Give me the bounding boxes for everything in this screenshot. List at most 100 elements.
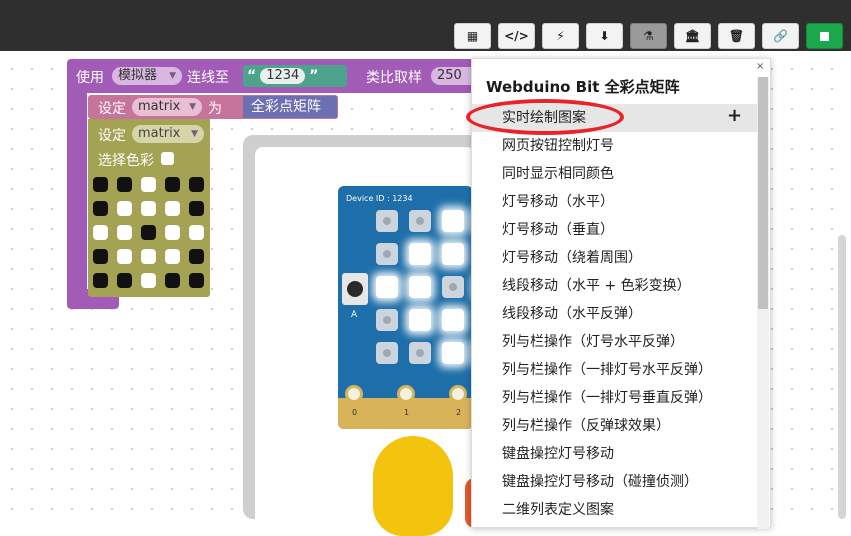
led-cell[interactable] bbox=[93, 201, 108, 216]
device-id-value[interactable]: 1234 bbox=[260, 68, 306, 84]
led-cell[interactable] bbox=[117, 273, 132, 288]
led-cell[interactable] bbox=[141, 201, 156, 216]
workspace-scrollbar[interactable] bbox=[838, 235, 846, 519]
device-id-label: Device ID : 1234 bbox=[346, 194, 413, 203]
led-cell[interactable] bbox=[165, 225, 180, 240]
led-cell[interactable] bbox=[93, 249, 108, 264]
flask-button[interactable]: ⚗ bbox=[630, 23, 667, 49]
led-cell[interactable] bbox=[141, 249, 156, 264]
trash-button[interactable]: 🗑 bbox=[718, 23, 755, 49]
matrix-function-block[interactable]: 全彩点矩阵 bbox=[243, 96, 337, 118]
led-cell[interactable] bbox=[165, 177, 180, 192]
menu-item[interactable]: 灯号移动（水平） bbox=[472, 188, 757, 216]
board-led bbox=[376, 309, 398, 331]
menu-item[interactable]: 线段移动（水平 + 色彩变换） bbox=[472, 272, 757, 300]
menu-item[interactable]: 网页按钮控制灯号 bbox=[472, 132, 757, 160]
board-led bbox=[442, 342, 464, 364]
menu-item[interactable]: 列与栏操作（反弹球效果） bbox=[472, 412, 757, 440]
menu-item[interactable]: 列与栏操作（一排灯号水平反弹） bbox=[472, 356, 757, 384]
board-led-dot bbox=[383, 217, 391, 225]
stop-square-icon bbox=[820, 31, 829, 41]
block-spine bbox=[67, 93, 87, 293]
menu-item[interactable]: 列与栏操作（一排灯号垂直反弹） bbox=[472, 384, 757, 412]
led-cell[interactable] bbox=[189, 201, 204, 216]
menu-item[interactable]: 灯号移动（绕着周围） bbox=[472, 244, 757, 272]
pin-1 bbox=[397, 385, 415, 403]
led-cell[interactable] bbox=[117, 177, 132, 192]
board-led bbox=[376, 342, 398, 364]
chevron-down-icon: ▼ bbox=[191, 129, 198, 139]
as-label: 为 bbox=[208, 101, 222, 117]
webduino-bit-board: Device ID : 1234 A 0 1 2 bbox=[338, 186, 497, 429]
var-name: matrix bbox=[138, 99, 181, 114]
menu-item[interactable]: 同时显示相同颜色 bbox=[472, 160, 757, 188]
board-led bbox=[409, 276, 431, 298]
led-cell[interactable] bbox=[93, 225, 108, 240]
plus-icon[interactable]: + bbox=[727, 105, 742, 126]
use-label: 使用 bbox=[76, 70, 104, 86]
led-cell[interactable] bbox=[189, 225, 204, 240]
qr-code-button[interactable]: ▦ bbox=[454, 23, 491, 49]
led-cell[interactable] bbox=[117, 225, 132, 240]
menu-title: Webduino Bit 全彩点矩阵 bbox=[486, 78, 680, 96]
var-dropdown-2[interactable]: matrix ▼ bbox=[132, 125, 204, 143]
set-color-block[interactable]: 设定 matrix ▼ 选择色彩 bbox=[88, 119, 210, 297]
led-cell[interactable] bbox=[165, 249, 180, 264]
link-button[interactable]: 🔗 bbox=[762, 23, 799, 49]
led-cell[interactable] bbox=[141, 273, 156, 288]
led-cell[interactable] bbox=[189, 249, 204, 264]
run-button[interactable] bbox=[806, 23, 843, 49]
board-led bbox=[376, 243, 398, 265]
flash-button[interactable]: ⚡ bbox=[542, 23, 579, 49]
board-led-dot bbox=[383, 250, 391, 258]
led-cell[interactable] bbox=[189, 273, 204, 288]
board-led bbox=[442, 243, 464, 265]
led-cell[interactable] bbox=[165, 273, 180, 288]
led-cell[interactable] bbox=[93, 177, 108, 192]
led-cell[interactable] bbox=[141, 225, 156, 240]
board-led bbox=[409, 309, 431, 331]
board-led bbox=[409, 243, 431, 265]
color-swatch[interactable] bbox=[161, 152, 174, 165]
button-a[interactable] bbox=[342, 273, 368, 305]
simulator-dropdown[interactable]: 模拟器 ▼ bbox=[112, 67, 182, 85]
code-button[interactable]: </> bbox=[498, 23, 535, 49]
var-dropdown[interactable]: matrix ▼ bbox=[132, 98, 202, 116]
pin-2-label: 2 bbox=[456, 408, 462, 417]
light-bulb-icon bbox=[373, 436, 453, 536]
board-led bbox=[442, 210, 464, 232]
ratio-label: 类比取样 bbox=[366, 70, 422, 86]
menu-item[interactable]: 键盘操控灯号移动 bbox=[472, 440, 757, 468]
led-cell[interactable] bbox=[117, 249, 132, 264]
board-led bbox=[376, 276, 398, 298]
board-led bbox=[376, 210, 398, 232]
menu-item[interactable]: 列与栏操作（灯号水平反弹） bbox=[472, 328, 757, 356]
library-button[interactable]: 🏛 bbox=[674, 23, 711, 49]
button-a-label: A bbox=[351, 310, 358, 320]
chevron-down-icon: ▼ bbox=[189, 102, 196, 112]
led-cell[interactable] bbox=[165, 201, 180, 216]
menu-item[interactable]: 灯号移动（垂直） bbox=[472, 216, 757, 244]
simulator-value: 模拟器 bbox=[118, 68, 158, 83]
connect-label: 连线至 bbox=[187, 70, 229, 86]
led-cell[interactable] bbox=[189, 177, 204, 192]
led-cell[interactable] bbox=[141, 177, 156, 192]
menu-item[interactable]: 二维列表定义图案 bbox=[472, 496, 757, 524]
board-led-dot bbox=[383, 349, 391, 357]
led-cell[interactable] bbox=[93, 273, 108, 288]
download-button[interactable]: ⬇ bbox=[586, 23, 623, 49]
board-led-dot bbox=[449, 283, 457, 291]
toolbar: ▦ </> ⚡ ⬇ ⚗ 🏛 🗑 🔗 bbox=[0, 20, 851, 51]
library-icon: 🏛 bbox=[684, 29, 701, 43]
board-led bbox=[409, 210, 431, 232]
menu-item[interactable]: 键盘操控灯号移动（碰撞侦测） bbox=[472, 468, 757, 496]
close-icon[interactable]: × bbox=[756, 61, 764, 72]
menu-item[interactable]: 线段移动（水平反弹） bbox=[472, 300, 757, 328]
set-label: 设定 bbox=[98, 101, 126, 117]
board-led-dot bbox=[383, 316, 391, 324]
led-cell[interactable] bbox=[117, 201, 132, 216]
flash-icon: ⚡ bbox=[556, 29, 565, 43]
board-led bbox=[409, 342, 431, 364]
device-id-string[interactable]: “ 1234 ” bbox=[243, 65, 347, 87]
menu-scrollbar-thumb[interactable] bbox=[758, 77, 768, 309]
